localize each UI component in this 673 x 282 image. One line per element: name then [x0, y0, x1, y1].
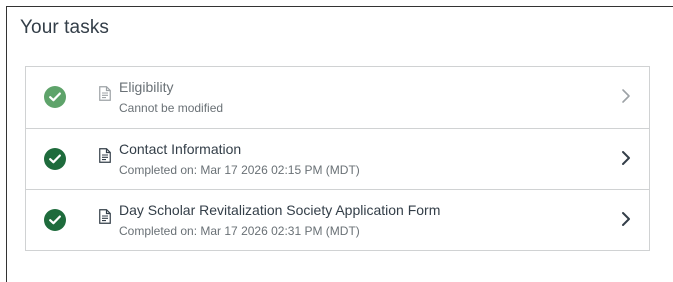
- check-circle-icon: [44, 148, 66, 170]
- check-circle-icon: [44, 86, 66, 108]
- task-subtitle: Cannot be modified: [119, 101, 224, 115]
- page-frame: Your tasks Eligibility Cannot be modifie…: [6, 6, 673, 282]
- task-list: Eligibility Cannot be modified Contact I…: [25, 66, 650, 251]
- document-icon: [99, 86, 111, 101]
- document-icon: [99, 209, 111, 224]
- task-row-application-form[interactable]: Day Scholar Revitalization Society Appli…: [26, 189, 649, 250]
- task-subtitle: Completed on: Mar 17 2026 02:15 PM (MDT): [119, 163, 360, 177]
- task-row-eligibility[interactable]: Eligibility Cannot be modified: [26, 67, 649, 128]
- page-title: Your tasks: [20, 17, 110, 38]
- task-subtitle: Completed on: Mar 17 2026 02:31 PM (MDT): [119, 224, 360, 238]
- task-row-contact-information[interactable]: Contact Information Completed on: Mar 17…: [26, 128, 649, 189]
- task-name: Contact Information: [119, 141, 242, 157]
- document-icon: [99, 148, 111, 163]
- task-name: Eligibility: [119, 79, 174, 95]
- task-name: Day Scholar Revitalization Society Appli…: [119, 202, 441, 218]
- check-circle-icon: [44, 209, 66, 231]
- chevron-right-icon[interactable]: [620, 211, 632, 227]
- chevron-right-icon[interactable]: [620, 88, 632, 104]
- chevron-right-icon[interactable]: [620, 150, 632, 166]
